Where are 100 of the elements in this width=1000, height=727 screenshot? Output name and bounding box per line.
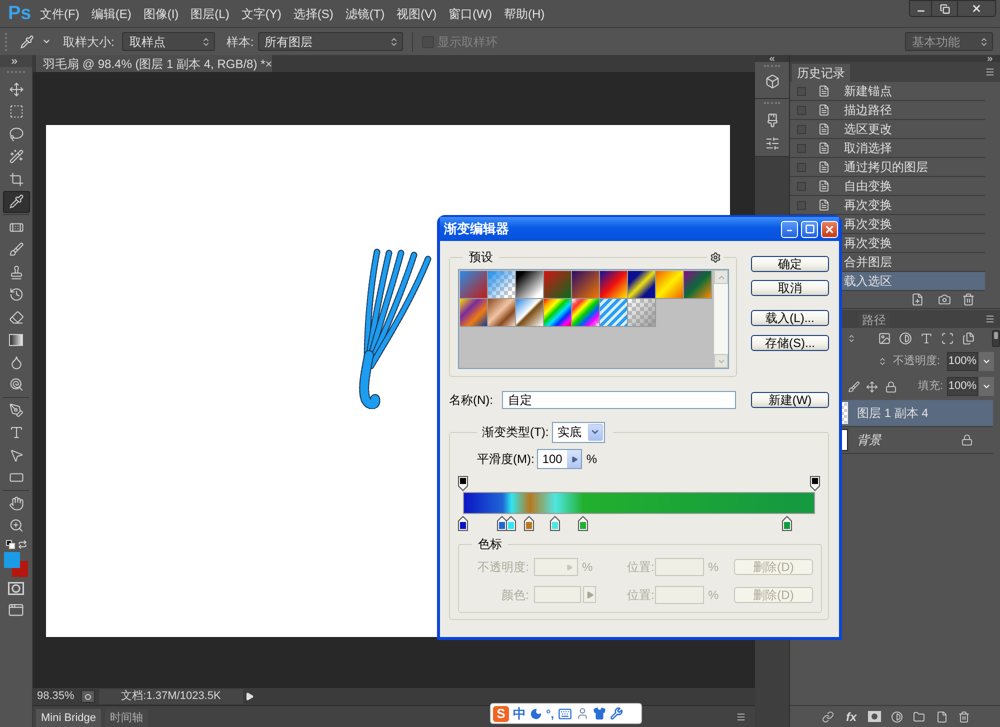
files-icon[interactable] bbox=[962, 332, 975, 345]
play-arrow-icon[interactable] bbox=[245, 692, 254, 701]
color-stop-icon[interactable] bbox=[497, 516, 508, 531]
lock-icon[interactable] bbox=[885, 380, 897, 392]
half-circle-icon[interactable] bbox=[899, 332, 912, 345]
gradient-swatch-icon[interactable] bbox=[628, 299, 656, 327]
dialog-button[interactable]: 存储(S)... bbox=[751, 335, 829, 351]
snapshot-checkbox[interactable] bbox=[797, 162, 806, 172]
trash-icon[interactable] bbox=[958, 710, 970, 722]
gradient-swatch-icon[interactable] bbox=[628, 271, 656, 299]
sample-dropdown[interactable]: 所有图层 bbox=[258, 32, 403, 51]
double-chevron-icon[interactable] bbox=[10, 56, 19, 66]
menu-item[interactable]: 滤镜(T) bbox=[345, 6, 385, 22]
tool-button[interactable] bbox=[2, 190, 30, 213]
history-item[interactable]: 选区更改 bbox=[790, 120, 985, 139]
drag-handle[interactable] bbox=[5, 32, 8, 50]
fill-menu-button[interactable] bbox=[979, 377, 994, 396]
move-arrows-icon[interactable] bbox=[866, 380, 878, 392]
camera-icon[interactable] bbox=[938, 293, 951, 306]
keyboard-icon[interactable] bbox=[558, 706, 572, 720]
menu-item[interactable]: 文件(F) bbox=[40, 6, 80, 22]
half-circle-icon[interactable] bbox=[890, 710, 903, 722]
history-item[interactable]: 描边路径 bbox=[790, 101, 985, 120]
gradient-swatch-icon[interactable] bbox=[544, 299, 572, 327]
menu-item[interactable]: 选择(S) bbox=[293, 6, 334, 22]
gradient-swatch-icon[interactable] bbox=[684, 271, 712, 299]
gradient-swatch-icon[interactable] bbox=[516, 271, 544, 299]
cube-icon[interactable] bbox=[764, 74, 780, 89]
menu-item[interactable]: 视图(V) bbox=[396, 6, 437, 22]
snapshot-checkbox[interactable] bbox=[797, 86, 806, 96]
type-icon[interactable] bbox=[920, 332, 933, 345]
fill-field[interactable]: 100% bbox=[947, 377, 978, 396]
up-down-icon[interactable] bbox=[878, 356, 887, 366]
panel-menu-icon[interactable] bbox=[736, 712, 746, 722]
input-mode-toggle[interactable]: 中 bbox=[513, 707, 526, 720]
folder-icon[interactable] bbox=[912, 710, 925, 722]
menu-item[interactable]: 编辑(E) bbox=[91, 6, 132, 22]
status-icon[interactable] bbox=[81, 690, 95, 703]
maximize-button[interactable] bbox=[801, 220, 818, 238]
fx-button[interactable]: fx bbox=[846, 710, 857, 722]
filter-toggle[interactable] bbox=[992, 330, 1000, 347]
document-tab[interactable]: 羽毛扇 @ 98.4% (图层 1 副本 4, RGB/8) *× bbox=[36, 55, 272, 72]
color-stop-icon[interactable] bbox=[458, 516, 468, 531]
gradient-swatch-icon[interactable] bbox=[600, 271, 628, 299]
color-stop-icon[interactable] bbox=[578, 516, 588, 531]
history-item[interactable]: 再次变换 bbox=[790, 196, 985, 215]
user-icon[interactable] bbox=[576, 707, 590, 720]
panel-tab[interactable]: 时间轴 bbox=[105, 709, 148, 727]
snapshot-checkbox[interactable] bbox=[797, 144, 806, 152]
brush-icon[interactable] bbox=[848, 380, 860, 392]
sample-size-dropdown[interactable]: 取样点 bbox=[122, 32, 216, 51]
default-colors-icon[interactable] bbox=[6, 540, 14, 548]
history-item[interactable]: 通过拷贝的图层 bbox=[790, 158, 985, 177]
restore-button[interactable] bbox=[932, 0, 957, 17]
gradient-swatch-icon[interactable] bbox=[516, 299, 544, 327]
settings-icon[interactable] bbox=[710, 252, 721, 263]
panel-tab[interactable]: 历史记录 bbox=[792, 64, 850, 82]
menu-item[interactable]: 图层(L) bbox=[190, 6, 230, 22]
double-chevron-icon[interactable] bbox=[986, 54, 994, 62]
swap-arrows-icon[interactable] bbox=[18, 540, 26, 548]
stop-opacity-field[interactable] bbox=[534, 558, 578, 576]
gradient-swatch-icon[interactable] bbox=[572, 299, 600, 327]
menu-item[interactable]: 帮助(H) bbox=[504, 6, 545, 22]
stop-color-menu-button[interactable] bbox=[583, 586, 596, 603]
color-stop-icon[interactable] bbox=[782, 516, 792, 531]
color-swatches-icon[interactable] bbox=[4, 552, 28, 577]
panel-menu-icon[interactable] bbox=[985, 67, 995, 77]
name-field[interactable]: 自定 bbox=[502, 391, 736, 409]
gradient-swatch-icon[interactable] bbox=[572, 271, 600, 299]
trash-icon[interactable] bbox=[962, 293, 975, 306]
color-stop-icon[interactable] bbox=[550, 516, 560, 531]
gradient-swatch-icon[interactable] bbox=[488, 299, 516, 327]
link-icon[interactable] bbox=[822, 710, 834, 722]
menu-item[interactable]: 文字(Y) bbox=[241, 6, 282, 22]
panel-tab[interactable]: Mini Bridge bbox=[36, 709, 102, 727]
history-item[interactable]: 新建锚点 bbox=[790, 82, 985, 101]
shirt-icon[interactable] bbox=[593, 707, 606, 720]
menu-item[interactable]: 窗口(W) bbox=[448, 6, 492, 22]
gradient-swatch-icon[interactable] bbox=[460, 299, 488, 327]
eyedropper-icon[interactable] bbox=[20, 34, 34, 48]
drag-handle[interactable] bbox=[7, 71, 25, 74]
stop-color-field[interactable] bbox=[534, 586, 581, 603]
moon-icon[interactable] bbox=[530, 708, 542, 720]
dialog-button[interactable]: 载入(L)... bbox=[751, 310, 829, 326]
double-chevron-icon[interactable] bbox=[768, 54, 776, 62]
transform-box-icon[interactable] bbox=[941, 332, 954, 345]
stop-location-field[interactable] bbox=[655, 586, 704, 604]
close-button[interactable] bbox=[957, 0, 996, 17]
gradient-bar[interactable] bbox=[463, 492, 815, 514]
page-icon[interactable] bbox=[936, 710, 948, 722]
opacity-stop-icon[interactable] bbox=[458, 476, 468, 491]
opacity-stop-icon[interactable] bbox=[810, 476, 820, 491]
opacity-field[interactable]: 100% bbox=[947, 352, 978, 370]
snapshot-checkbox[interactable] bbox=[797, 106, 806, 114]
brush-icon[interactable] bbox=[764, 113, 780, 128]
up-down-icon[interactable] bbox=[847, 334, 856, 343]
history-item[interactable]: 取消选择 bbox=[790, 139, 985, 158]
new-button[interactable]: 新建(W) bbox=[751, 392, 829, 408]
wrench-icon[interactable] bbox=[610, 707, 624, 720]
snapshot-checkbox[interactable] bbox=[797, 124, 806, 134]
